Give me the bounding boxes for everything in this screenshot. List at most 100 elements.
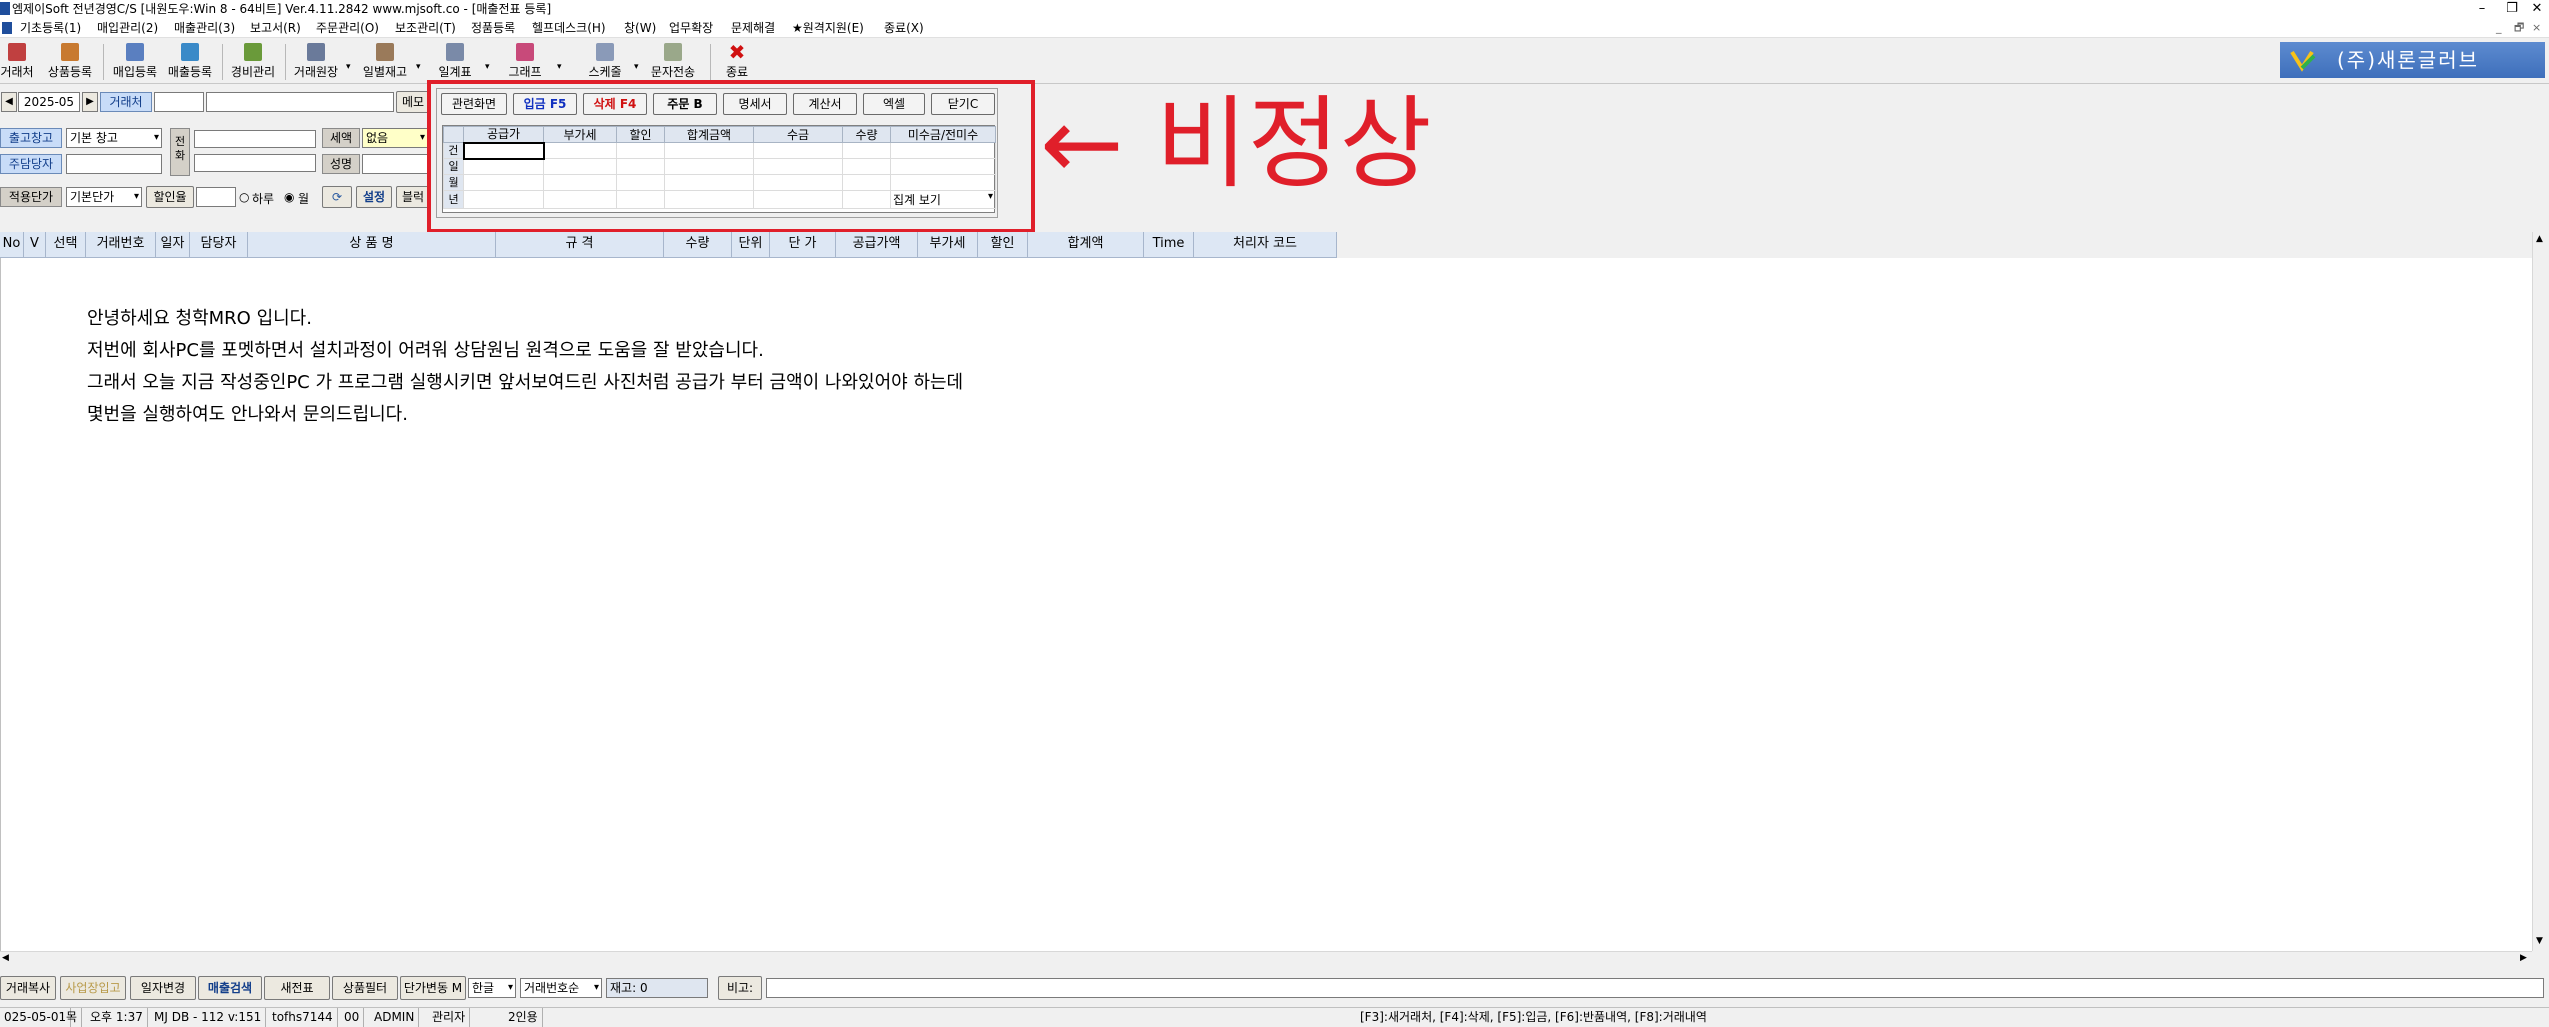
phone-input-1[interactable] — [194, 130, 316, 148]
col-v[interactable]: V — [24, 232, 46, 258]
scroll-right-icon[interactable]: ▶ — [2520, 953, 2527, 963]
settings-button[interactable]: 설정 — [356, 186, 392, 208]
warehouse-select[interactable]: 기본 창고 — [66, 128, 162, 148]
discount-rate-input[interactable] — [196, 187, 236, 207]
col-unit[interactable]: 단위 — [732, 232, 770, 258]
bottom-toolbar: 거래복사 사업장입고 일자변경 매출검색 새전표 상품필터 단가변동 M 한글 … — [0, 970, 2549, 1006]
exit-x-icon: ✖ — [728, 40, 746, 64]
discount-rate-button[interactable]: 할인율 — [146, 186, 194, 208]
note-input[interactable] — [766, 978, 2544, 998]
stock-icon — [376, 43, 394, 61]
tax-label: 세액 — [322, 128, 360, 148]
report-dropdown-icon[interactable]: ▾ — [485, 62, 490, 72]
sales-icon — [181, 43, 199, 61]
date-field[interactable]: 2025-05 — [18, 92, 80, 112]
toolbar-graph-button[interactable]: 그래프 — [500, 41, 550, 83]
menu-window[interactable]: 창(W) — [624, 18, 656, 38]
site-receipt-button[interactable]: 사업장입고 — [60, 976, 126, 1000]
block-button[interactable]: 블럭 — [396, 186, 430, 208]
mdi-minimize[interactable]: _ — [2496, 18, 2502, 38]
name-label: 성명 — [322, 154, 360, 174]
price-type-select[interactable]: 기본단가 — [66, 187, 142, 207]
mdi-restore[interactable]: 🗗 — [2514, 18, 2524, 38]
staff-input[interactable] — [66, 154, 162, 174]
new-slip-button[interactable]: 새전표 — [264, 976, 330, 1000]
menu-remote[interactable]: ★원격지원(E) — [792, 18, 864, 38]
toolbar-daily-report-button[interactable]: 일계표 — [432, 41, 478, 83]
col-time[interactable]: Time — [1144, 232, 1194, 258]
col-no[interactable]: No — [0, 232, 24, 258]
prev-month-button[interactable]: ◀ — [1, 92, 17, 112]
toolbar-sms-button[interactable]: 문자전송 — [645, 41, 701, 83]
col-total[interactable]: 합계액 — [1028, 232, 1144, 258]
vertical-scrollbar[interactable]: ▲ ▼ — [2532, 232, 2549, 951]
sort-select[interactable]: 거래번호순 — [520, 978, 602, 998]
col-trade-no[interactable]: 거래번호 — [86, 232, 156, 258]
col-product[interactable]: 상 품 명 — [248, 232, 496, 258]
client-code-input[interactable] — [154, 92, 204, 112]
refresh-button[interactable]: ⟳ — [322, 186, 352, 208]
col-manager[interactable]: 담당자 — [190, 232, 248, 258]
scroll-left-icon[interactable]: ◀ — [2, 953, 9, 963]
ledger-dropdown-icon[interactable]: ▾ — [346, 62, 351, 72]
toolbar-expense-button[interactable]: 경비관리 — [226, 41, 280, 83]
col-select[interactable]: 선택 — [46, 232, 86, 258]
menu-sales[interactable]: 매출관리(3) — [174, 18, 235, 38]
toolbar-client-button[interactable]: 거래처 — [0, 41, 34, 83]
client-label[interactable]: 거래처 — [100, 92, 152, 112]
message-line: 안녕하세요 청학MRO 입니다. — [87, 308, 312, 329]
toolbar-daily-stock-button[interactable]: 일별재고 — [358, 41, 412, 83]
next-month-button[interactable]: ▶ — [82, 92, 98, 112]
ledger-icon — [307, 43, 325, 61]
menu-troubleshoot[interactable]: 문제해결 — [731, 18, 775, 38]
toolbar-schedule-button[interactable]: 스케줄 — [580, 41, 630, 83]
menu-exit[interactable]: 종료(X) — [884, 18, 924, 38]
menu-extend[interactable]: 업무확장 — [669, 18, 713, 38]
language-select[interactable]: 한글 — [468, 978, 516, 998]
product-filter-button[interactable]: 상품필터 — [332, 976, 398, 1000]
toolbar-ledger-button[interactable]: 거래원장 — [289, 41, 343, 83]
col-spec[interactable]: 규 격 — [496, 232, 664, 258]
radio-day-icon[interactable]: ○ — [239, 190, 249, 204]
toolbar-sales-button[interactable]: 매출등록 — [163, 41, 217, 83]
menu-license[interactable]: 정품등록 — [471, 18, 515, 38]
memo-button[interactable]: 메모 — [396, 91, 430, 113]
menu-purchase[interactable]: 매입관리(2) — [97, 18, 158, 38]
graph-dropdown-icon[interactable]: ▾ — [557, 62, 562, 72]
menu-order[interactable]: 주문관리(O) — [316, 18, 379, 38]
radio-month-icon[interactable]: ◉ — [284, 190, 294, 204]
menu-aux[interactable]: 보조관리(T) — [395, 18, 456, 38]
brand-logo-icon — [2290, 50, 2316, 72]
menu-helpdesk[interactable]: 헬프데스크(H) — [532, 18, 606, 38]
toolbar-purchase-button[interactable]: 매입등록 — [108, 41, 162, 83]
menu-basic[interactable]: 기초등록(1) — [20, 18, 81, 38]
name-input[interactable] — [362, 154, 428, 174]
change-date-button[interactable]: 일자변경 — [130, 976, 196, 1000]
tax-select[interactable]: 없음 — [362, 128, 428, 148]
phone-input-2[interactable] — [194, 154, 316, 172]
col-unit-price[interactable]: 단 가 — [770, 232, 836, 258]
scroll-down-icon[interactable]: ▼ — [2536, 936, 2543, 946]
mdi-close[interactable]: × — [2532, 18, 2541, 38]
horizontal-scrollbar[interactable]: ◀ ▶ — [0, 951, 2532, 968]
grid-body[interactable]: 안녕하세요 청학MRO 입니다. 저번에 회사PC를 포멧하면서 설치과정이 어… — [0, 258, 2532, 951]
price-change-button[interactable]: 단가변동 M — [400, 976, 466, 1000]
client-name-input[interactable] — [206, 92, 394, 112]
scroll-up-icon[interactable]: ▲ — [2536, 234, 2543, 244]
restore-button[interactable]: ❐ — [2500, 0, 2524, 18]
col-vat[interactable]: 부가세 — [918, 232, 978, 258]
col-operator-code[interactable]: 처리자 코드 — [1194, 232, 1337, 258]
stock-dropdown-icon[interactable]: ▾ — [416, 62, 421, 72]
minimize-button[interactable]: – — [2470, 0, 2494, 18]
sales-search-button[interactable]: 매출검색 — [198, 976, 262, 1000]
col-date[interactable]: 일자 — [156, 232, 190, 258]
close-button[interactable]: ✕ — [2525, 0, 2549, 18]
copy-trade-button[interactable]: 거래복사 — [0, 976, 56, 1000]
col-supply-amount[interactable]: 공급가액 — [836, 232, 918, 258]
toolbar-exit-button[interactable]: ✖ 종료 — [718, 41, 756, 83]
menu-report[interactable]: 보고서(R) — [250, 18, 301, 38]
col-discount[interactable]: 할인 — [978, 232, 1028, 258]
schedule-dropdown-icon[interactable]: ▾ — [634, 62, 639, 72]
toolbar-product-button[interactable]: 상품등록 — [44, 41, 96, 83]
col-quantity[interactable]: 수량 — [664, 232, 732, 258]
